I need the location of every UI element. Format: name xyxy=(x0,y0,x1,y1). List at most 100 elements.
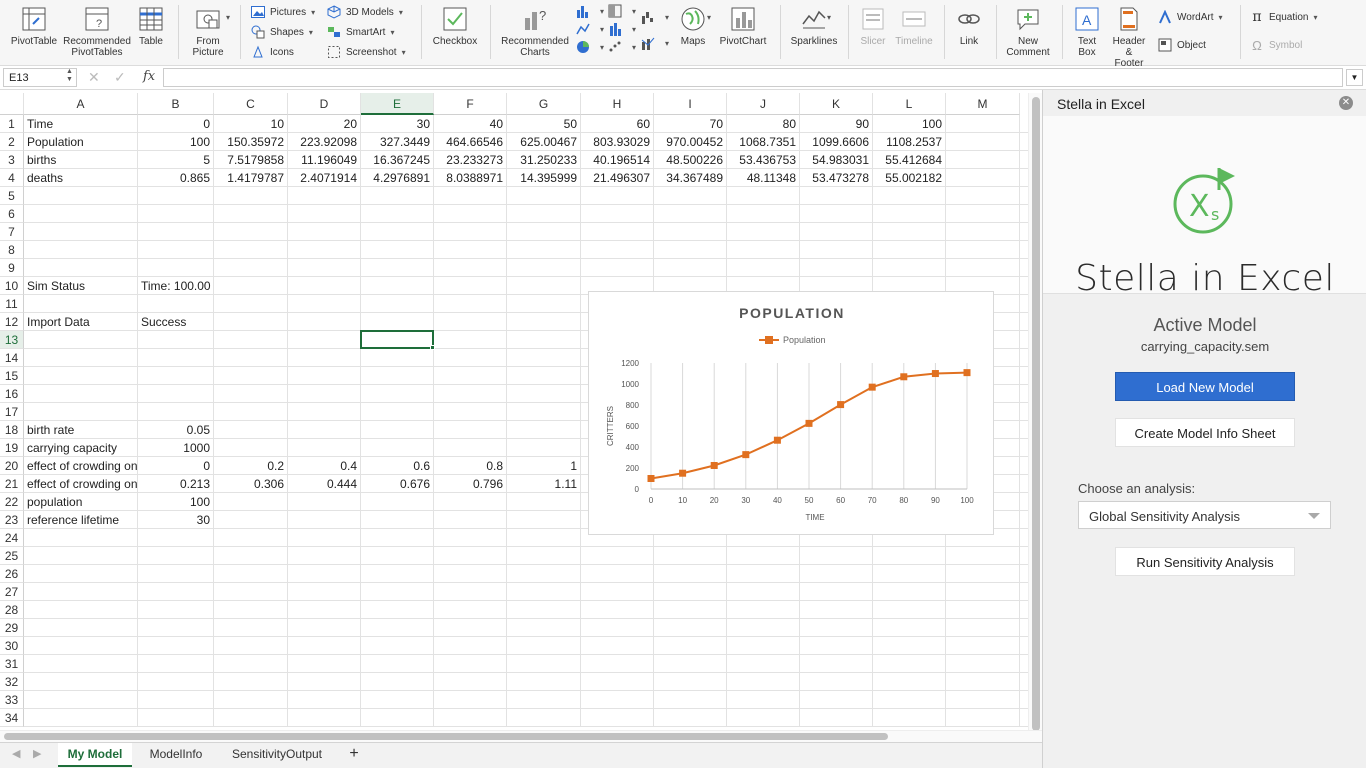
row-header-4[interactable]: 4 xyxy=(0,169,24,187)
cell-a12[interactable]: Import Data xyxy=(24,313,137,331)
cell-k4[interactable]: 53.473278 xyxy=(800,169,872,187)
cell-k1[interactable]: 90 xyxy=(800,115,872,133)
cell-a3[interactable]: births xyxy=(24,151,137,169)
worksheet-grid[interactable]: ABCDEFGHIJKLM 1 Time 0 10 20 30 40 50 60 70 80 90 10… xyxy=(0,93,1028,730)
cell-a1[interactable]: Time xyxy=(24,115,137,133)
row-header-21[interactable]: 21 xyxy=(0,475,24,493)
cell-c2[interactable]: 150.35972 xyxy=(214,133,287,151)
scatter-chart-button[interactable]: ▾ xyxy=(608,40,636,54)
3d-models-button[interactable]: 3D Models ▾ xyxy=(327,5,403,19)
cell-c4[interactable]: 1.4179787 xyxy=(214,169,287,187)
cell-f21[interactable]: 0.796 xyxy=(434,475,506,493)
cell-d2[interactable]: 223.92098 xyxy=(288,133,360,151)
cell-d20[interactable]: 0.4 xyxy=(288,457,360,475)
wordart-button[interactable]: WordArt ▾ xyxy=(1158,10,1223,24)
cell-c20[interactable]: 0.2 xyxy=(214,457,287,475)
column-header-b[interactable]: B xyxy=(138,93,214,115)
row-header-29[interactable]: 29 xyxy=(0,619,24,637)
row-header-20[interactable]: 20 xyxy=(0,457,24,475)
cell-d1[interactable]: 20 xyxy=(288,115,360,133)
cell-l1[interactable]: 100 xyxy=(873,115,945,133)
screenshot-button[interactable]: Screenshot ▾ xyxy=(327,45,406,59)
hierarchy-chart-button[interactable]: ▾ xyxy=(608,4,636,18)
cell-i3[interactable]: 48.500226 xyxy=(654,151,726,169)
row-header-9[interactable]: 9 xyxy=(0,259,24,277)
column-header-f[interactable]: F xyxy=(434,93,507,115)
cell-j4[interactable]: 48.11348 xyxy=(727,169,799,187)
row-header-22[interactable]: 22 xyxy=(0,493,24,511)
cell-a10[interactable]: Sim Status xyxy=(24,277,137,295)
row-header-30[interactable]: 30 xyxy=(0,637,24,655)
cell-b22[interactable]: 100 xyxy=(138,493,213,511)
population-data-point[interactable] xyxy=(868,383,876,391)
population-chart[interactable]: POPULATION Population CRITTERS TIME 0 10 2… xyxy=(588,291,994,535)
horizontal-scroll-thumb[interactable] xyxy=(4,733,888,740)
sparklines-dropdown[interactable]: ▾ xyxy=(822,13,831,22)
column-header-c[interactable]: C xyxy=(214,93,288,115)
cell-g4[interactable]: 14.395999 xyxy=(507,169,580,187)
cell-e3[interactable]: 16.367245 xyxy=(361,151,433,169)
cancel-icon[interactable]: ✕ xyxy=(88,69,100,86)
icons-button[interactable]: Icons xyxy=(251,45,294,59)
cell-e21[interactable]: 0.676 xyxy=(361,475,433,493)
column-header-j[interactable]: J xyxy=(727,93,800,115)
header-footer-button[interactable]: Header & Footer xyxy=(1108,6,1150,69)
row-header-16[interactable]: 16 xyxy=(0,385,24,403)
row-header-23[interactable]: 23 xyxy=(0,511,24,529)
cell-d3[interactable]: 11.196049 xyxy=(288,151,360,169)
maps-dropdown[interactable]: ▾ xyxy=(702,13,711,22)
selected-cell[interactable] xyxy=(360,330,434,349)
sparklines-button[interactable]: Sparklines xyxy=(788,6,840,47)
vertical-scroll-thumb[interactable] xyxy=(1032,97,1040,731)
row-header-15[interactable]: 15 xyxy=(0,367,24,385)
cell-a20[interactable]: effect of crowding on xyxy=(24,457,137,475)
cell-l2[interactable]: 1108.2537 xyxy=(873,133,945,151)
cell-f4[interactable]: 8.0388971 xyxy=(434,169,506,187)
tab-my-model[interactable]: My Model xyxy=(58,743,132,767)
cell-b21[interactable]: 0.213 xyxy=(138,475,213,493)
column-header-g[interactable]: G xyxy=(507,93,581,115)
cell-g2[interactable]: 625.00467 xyxy=(507,133,580,151)
row-header-31[interactable]: 31 xyxy=(0,655,24,673)
symbol-button[interactable]: Ω Symbol xyxy=(1250,38,1302,53)
row-header-1[interactable]: 1 xyxy=(0,115,24,133)
line-chart-button[interactable]: ▾ xyxy=(576,22,604,36)
row-header-26[interactable]: 26 xyxy=(0,565,24,583)
shapes-button[interactable]: Shapes ▾ xyxy=(251,25,313,39)
column-header-a[interactable]: A xyxy=(24,93,138,115)
row-header-19[interactable]: 19 xyxy=(0,439,24,457)
cell-b19[interactable]: 1000 xyxy=(138,439,213,457)
statistic-chart-button[interactable]: ▾ xyxy=(608,22,636,36)
cell-j1[interactable]: 80 xyxy=(727,115,799,133)
fill-handle[interactable] xyxy=(430,345,435,350)
cell-k3[interactable]: 54.983031 xyxy=(800,151,872,169)
new-comment-button[interactable]: New Comment xyxy=(1004,6,1052,58)
cell-l3[interactable]: 55.412684 xyxy=(873,151,945,169)
row-header-34[interactable]: 34 xyxy=(0,709,24,727)
cell-b18[interactable]: 0.05 xyxy=(138,421,213,439)
cell-c3[interactable]: 7.5179858 xyxy=(214,151,287,169)
tab-sensitivityoutput[interactable]: SensitivityOutput xyxy=(220,743,334,767)
cell-b1[interactable]: 0 xyxy=(138,115,213,133)
equation-button[interactable]: π Equation ▾ xyxy=(1250,9,1317,25)
cell-i4[interactable]: 34.367489 xyxy=(654,169,726,187)
vertical-scrollbar[interactable] xyxy=(1028,93,1042,731)
cell-j3[interactable]: 53.436753 xyxy=(727,151,799,169)
row-header-14[interactable]: 14 xyxy=(0,349,24,367)
cell-c1[interactable]: 10 xyxy=(214,115,287,133)
cell-e4[interactable]: 4.2976891 xyxy=(361,169,433,187)
column-header-m[interactable]: M xyxy=(946,93,1020,115)
cell-c21[interactable]: 0.306 xyxy=(214,475,287,493)
row-header-32[interactable]: 32 xyxy=(0,673,24,691)
cell-a21[interactable]: effect of crowding on xyxy=(24,475,137,493)
population-data-point[interactable] xyxy=(963,369,971,377)
cell-e1[interactable]: 30 xyxy=(361,115,433,133)
cell-b23[interactable]: 30 xyxy=(138,511,213,529)
smartart-button[interactable]: SmartArt ▾ xyxy=(327,25,394,39)
population-data-point[interactable] xyxy=(773,436,781,444)
column-header-k[interactable]: K xyxy=(800,93,873,115)
row-header-11[interactable]: 11 xyxy=(0,295,24,313)
cell-b12[interactable]: Success xyxy=(138,313,213,331)
tab-next-icon[interactable]: ▶ xyxy=(33,747,41,760)
table-button[interactable]: Table xyxy=(136,6,166,47)
